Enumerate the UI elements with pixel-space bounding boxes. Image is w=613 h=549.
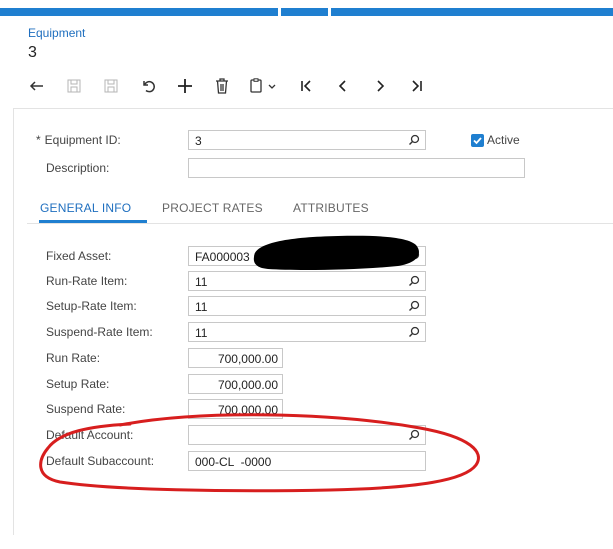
next-icon (377, 80, 385, 92)
last-record-button[interactable] (402, 72, 432, 100)
default-account-label: Default Account: (46, 428, 134, 442)
description-input[interactable] (188, 158, 525, 178)
checkmark-icon (473, 137, 482, 145)
run-rate-label: Run Rate: (46, 351, 101, 365)
equipment-id-input[interactable]: 3 (188, 130, 426, 150)
copy-paste-icon (250, 78, 276, 93)
tab-project-rates[interactable]: PROJECT RATES (162, 201, 263, 215)
suspend-rate-item-value: 11 (195, 326, 208, 340)
first-icon (301, 80, 311, 92)
top-nav-bar (0, 0, 613, 16)
suspend-rate-item-input[interactable]: 11 (188, 322, 426, 342)
page-title: 3 (28, 44, 37, 61)
suspend-rate-input[interactable]: 700,000.00 (188, 399, 283, 419)
search-icon[interactable] (408, 300, 420, 312)
run-rate-item-input[interactable]: 11 (188, 271, 426, 291)
default-subaccount-label: Default Subaccount: (46, 454, 155, 468)
setup-rate-item-input[interactable]: 11 (188, 296, 426, 316)
back-icon (29, 81, 43, 91)
tab-bar: GENERAL INFO PROJECT RATES ATTRIBUTES (27, 193, 613, 224)
setup-rate-item-value: 11 (195, 300, 208, 314)
suspend-rate-label: Suspend Rate: (46, 402, 126, 416)
search-icon[interactable] (408, 326, 420, 338)
first-record-button[interactable] (291, 72, 321, 100)
search-icon[interactable] (408, 275, 420, 287)
default-account-input[interactable] (188, 425, 426, 445)
search-icon[interactable] (408, 429, 420, 441)
previous-icon (338, 80, 346, 92)
save-close-icon (104, 79, 118, 93)
next-record-button[interactable] (365, 72, 395, 100)
save-close-button[interactable] (96, 72, 126, 100)
delete-icon (216, 78, 228, 94)
equipment-id-value: 3 (195, 134, 202, 148)
fixed-asset-label: Fixed Asset: (46, 249, 112, 263)
suspend-rate-item-label: Suspend-Rate Item: (46, 325, 153, 339)
breadcrumb[interactable]: Equipment (28, 26, 85, 40)
description-label: Description: (46, 161, 110, 175)
redaction-mark (253, 235, 419, 270)
previous-record-button[interactable] (328, 72, 358, 100)
undo-button[interactable] (133, 72, 163, 100)
last-icon (412, 80, 422, 92)
run-rate-item-value: 11 (195, 275, 208, 289)
required-mark: * (36, 133, 41, 147)
delete-button[interactable] (207, 72, 237, 100)
save-button[interactable] (59, 72, 89, 100)
active-checkbox[interactable] (471, 134, 484, 147)
top-nav-segment (0, 8, 278, 16)
tab-attributes[interactable]: ATTRIBUTES (293, 201, 369, 215)
top-nav-segment (331, 8, 613, 16)
add-button[interactable] (170, 72, 200, 100)
save-icon (67, 79, 81, 93)
active-tab-indicator (39, 220, 147, 223)
default-subaccount-input[interactable]: 000-CL -0000 (188, 451, 426, 471)
copy-paste-button[interactable] (244, 72, 284, 100)
tab-general-info[interactable]: GENERAL INFO (40, 201, 131, 215)
top-nav-segment (281, 8, 328, 16)
run-rate-input[interactable]: 700,000.00 (188, 348, 283, 368)
fixed-asset-value: FA000003 (195, 250, 250, 264)
equipment-id-label: * Equipment ID: (36, 133, 121, 147)
setup-rate-input[interactable]: 700,000.00 (188, 374, 283, 394)
active-label: Active (487, 133, 520, 147)
equipment-id-label-text: Equipment ID: (44, 133, 121, 147)
add-icon (178, 79, 192, 93)
setup-rate-label: Setup Rate: (46, 377, 110, 391)
setup-rate-item-label: Setup-Rate Item: (46, 299, 137, 313)
run-rate-item-label: Run-Rate Item: (46, 274, 128, 288)
toolbar (22, 72, 439, 100)
search-icon[interactable] (408, 134, 420, 146)
form-panel: * Equipment ID: 3 Active Description: GEN… (13, 108, 613, 535)
back-button[interactable] (22, 72, 52, 100)
undo-icon (143, 80, 155, 93)
